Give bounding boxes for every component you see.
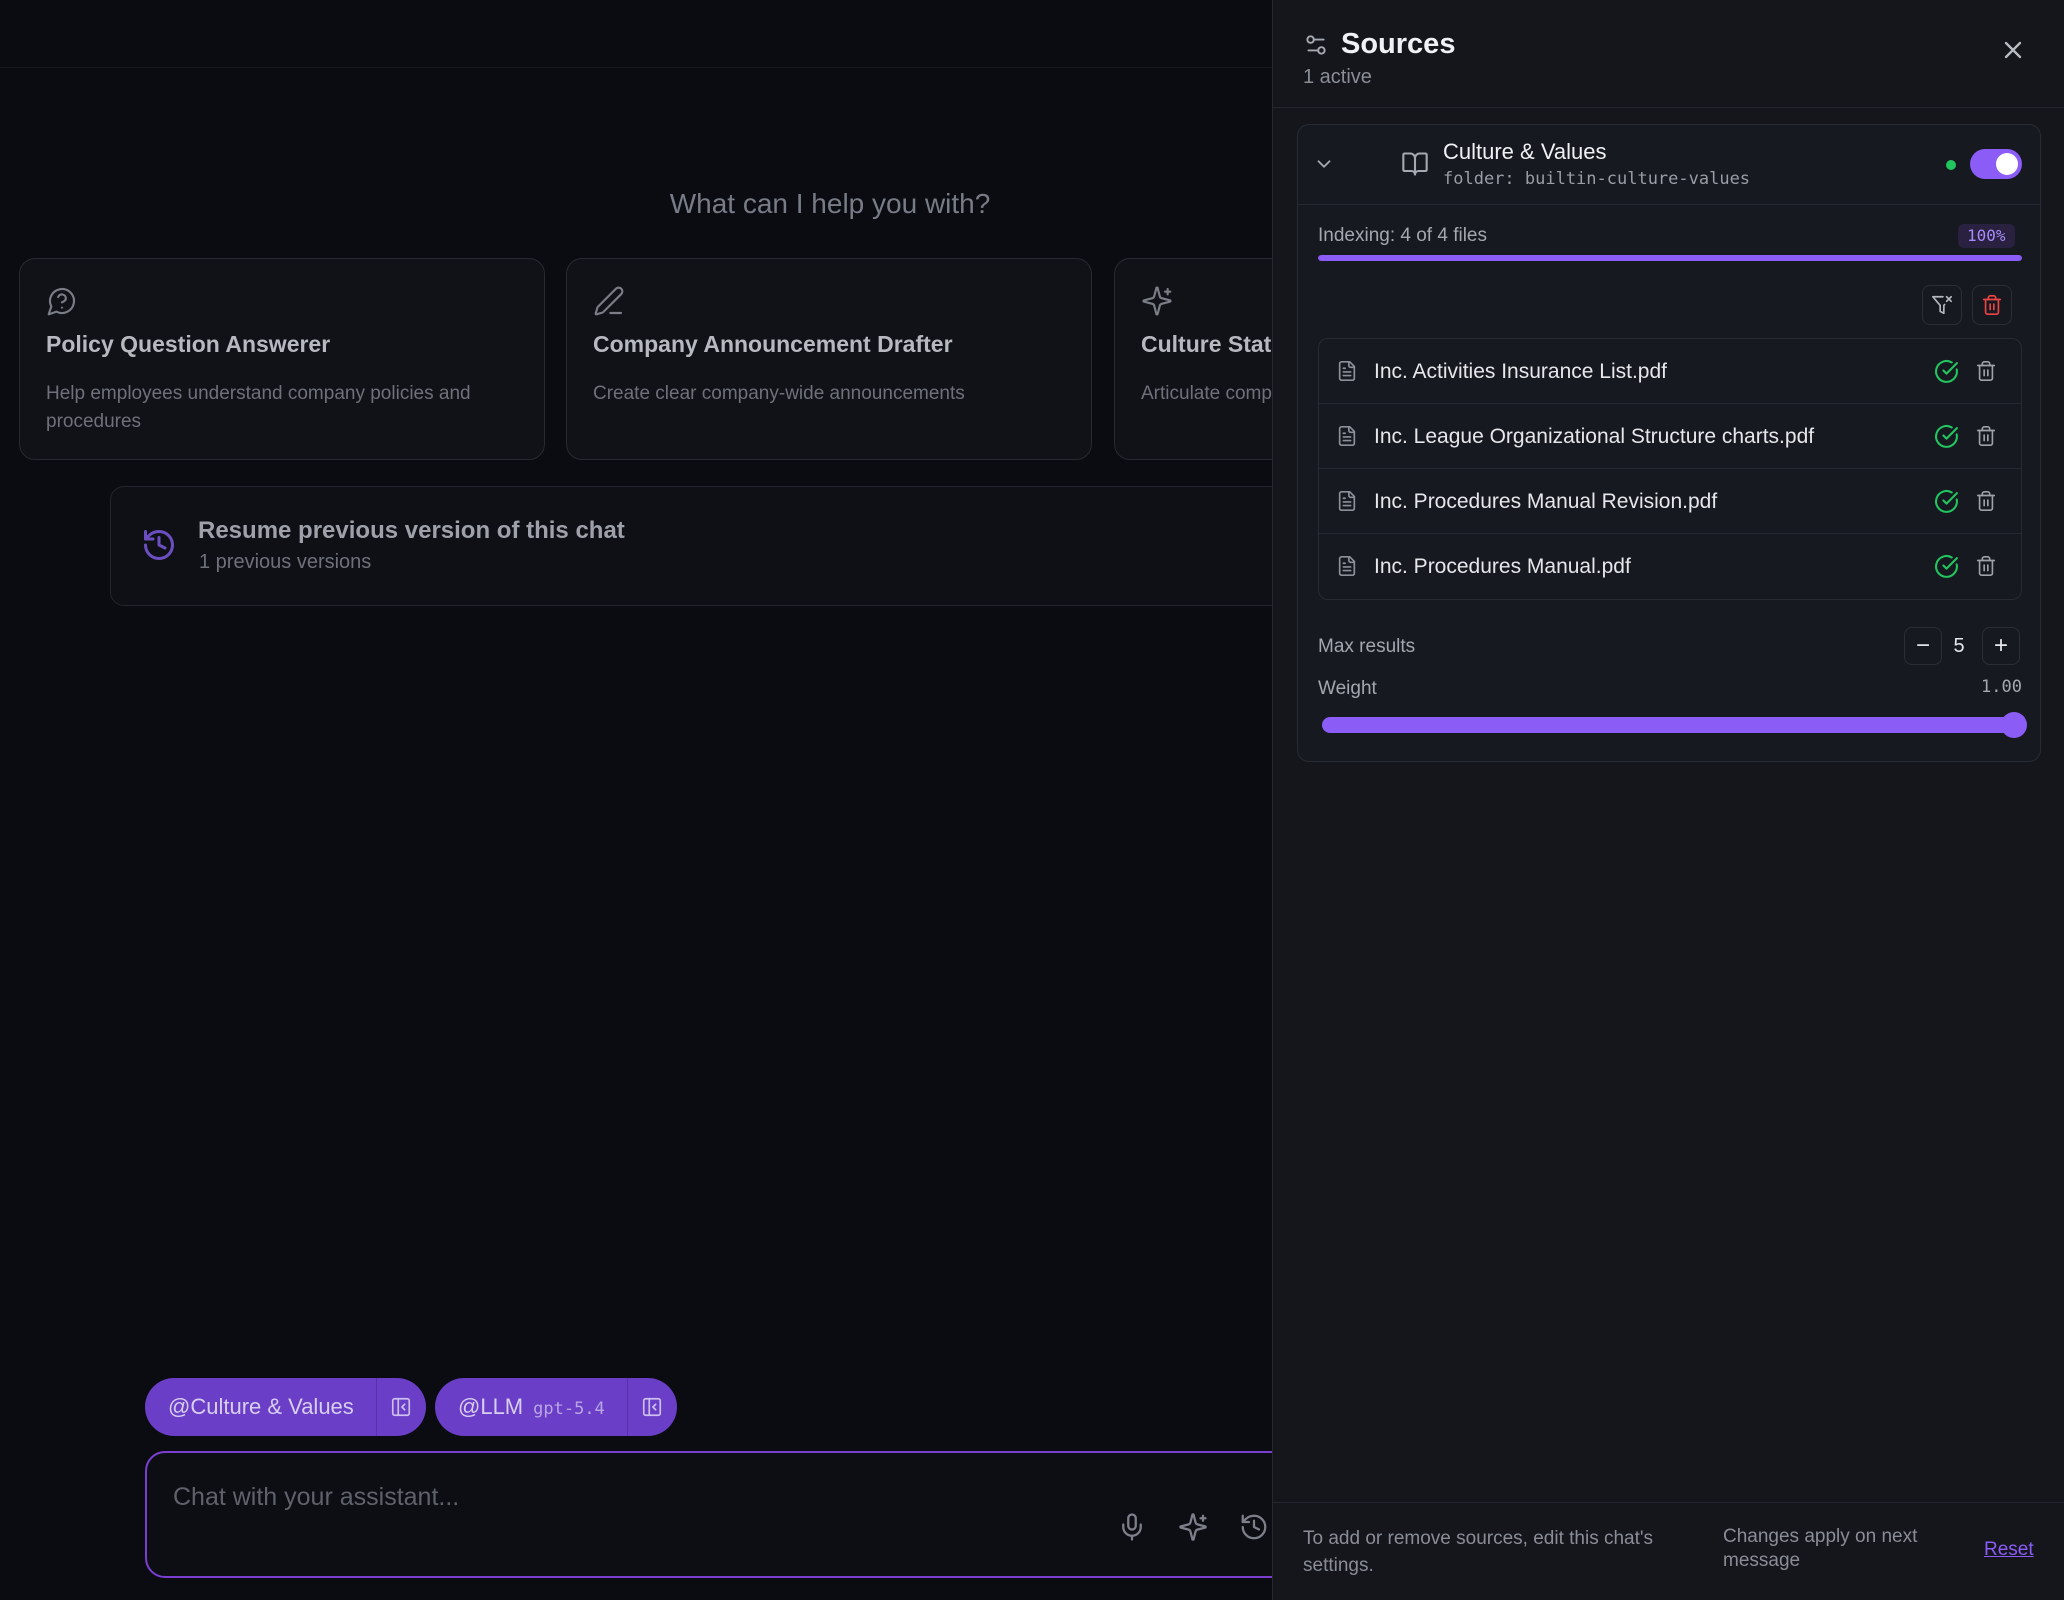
max-results-value: 5 <box>1953 635 1965 657</box>
prompt-card-announcement[interactable]: Company Announcement Drafter Create clea… <box>566 258 1092 460</box>
source-enable-toggle[interactable] <box>1970 149 2022 179</box>
history-icon[interactable] <box>1239 1512 1269 1542</box>
file-name: Inc. League Organizational Structure cha… <box>1374 425 1815 448</box>
chip-panel-toggle-button[interactable] <box>375 1378 426 1436</box>
card-title: Policy Question Answerer <box>46 331 331 357</box>
chip-model: gpt-5.4 <box>533 1399 605 1419</box>
chat-input-placeholder: Chat with your assistant... <box>173 1483 460 1511</box>
resume-title: Resume previous version of this chat <box>198 517 625 544</box>
file-row: Inc. Procedures Manual.pdf <box>1319 534 2021 599</box>
top-bar <box>0 0 1272 68</box>
panel-subtitle: 1 active <box>1303 66 1372 88</box>
toggle-knob <box>1996 153 2018 175</box>
prompt-card-culture[interactable]: Culture Stat Articulate comp <box>1114 258 1272 460</box>
sources-panel-header: Sources 1 active <box>1273 0 2064 108</box>
delete-file-icon[interactable] <box>1975 490 1997 513</box>
history-icon <box>144 530 174 560</box>
filter-x-icon <box>1932 295 1952 315</box>
chip-llm[interactable]: @LLM gpt-5.4 <box>435 1378 677 1436</box>
file-row: Inc. Activities Insurance List.pdf <box>1319 339 2021 404</box>
file-row: Inc. Procedures Manual Revision.pdf <box>1319 469 2021 534</box>
card-description: Articulate comp <box>1141 383 1272 404</box>
check-circle-icon <box>1934 359 1959 384</box>
check-circle-icon <box>1934 489 1959 514</box>
card-title: Culture Stat <box>1141 331 1272 357</box>
delete-file-icon[interactable] <box>1975 360 1997 383</box>
file-text-icon <box>1336 555 1358 579</box>
chat-input[interactable]: Chat with your assistant... <box>145 1451 1272 1578</box>
indexing-label: Indexing: 4 of 4 files <box>1318 225 1487 246</box>
check-circle-icon <box>1934 554 1959 579</box>
chip-label: @Culture & Values <box>168 1394 354 1419</box>
weight-label: Weight <box>1318 678 1377 699</box>
sources-panel: Sources 1 active Culture & Values folder… <box>1272 0 2064 1600</box>
chip-label: @LLM <box>458 1394 524 1419</box>
footer-apply-note: Changes apply on next message <box>1723 1526 1918 1571</box>
close-icon[interactable] <box>1999 36 2027 64</box>
weight-slider[interactable] <box>1322 712 2027 738</box>
panel-left-icon <box>643 1397 662 1417</box>
resume-subtitle: 1 previous versions <box>199 551 372 573</box>
pen-icon <box>594 286 624 316</box>
reset-link[interactable]: Reset <box>1984 1539 2034 1561</box>
max-results-label: Max results <box>1318 636 1416 657</box>
sliders-icon <box>1306 35 1326 55</box>
file-name: Inc. Procedures Manual.pdf <box>1374 555 1631 578</box>
delete-file-icon[interactable] <box>1975 555 1997 578</box>
source-header-row[interactable]: Culture & Values folder: builtin-culture… <box>1298 125 2040 205</box>
clear-filter-button[interactable] <box>1922 285 1962 325</box>
microphone-icon[interactable] <box>1117 1512 1147 1542</box>
indexing-progress-fill <box>1318 255 2022 261</box>
prompt-card-policy[interactable]: Policy Question Answerer Help employees … <box>19 258 545 460</box>
panel-left-icon <box>392 1397 411 1417</box>
file-text-icon <box>1336 425 1358 449</box>
check-circle-icon <box>1934 424 1959 449</box>
hero-title: What can I help you with? <box>669 188 991 219</box>
file-text-icon <box>1336 360 1358 384</box>
indexing-progress-bar <box>1318 255 2022 261</box>
panel-footer: To add or remove sources, edit this chat… <box>1273 1502 2064 1600</box>
sparkles-icon <box>1142 286 1172 316</box>
source-card: Culture & Values folder: builtin-culture… <box>1297 124 2041 762</box>
chat-main-area: What can I help you with? Policy Questio… <box>0 0 1272 1600</box>
source-folder: folder: builtin-culture-values <box>1443 169 1751 189</box>
delete-all-files-button[interactable] <box>1972 285 2012 325</box>
weight-slider-thumb[interactable] <box>2001 712 2027 738</box>
active-status-dot <box>1946 160 1956 170</box>
file-list: Inc. Activities Insurance List.pdf Inc. L… <box>1318 338 2022 600</box>
file-name: Inc. Activities Insurance List.pdf <box>1374 360 1667 383</box>
sparkles-icon[interactable] <box>1178 1512 1208 1542</box>
weight-value: 1.00 <box>1981 677 2022 697</box>
question-bubble-icon <box>47 287 76 316</box>
delete-file-icon[interactable] <box>1975 425 1997 448</box>
source-name: Culture & Values <box>1443 139 1607 164</box>
decrement-max-results-button[interactable]: − <box>1904 627 1942 665</box>
chevron-down-icon[interactable] <box>1313 153 1335 175</box>
chip-culture-values[interactable]: @Culture & Values <box>145 1378 426 1436</box>
weight-slider-fill <box>1322 717 2014 733</box>
file-text-icon <box>1336 490 1358 514</box>
card-title: Company Announcement Drafter <box>593 331 953 357</box>
file-name: Inc. Procedures Manual Revision.pdf <box>1374 490 1718 513</box>
increment-max-results-button[interactable]: + <box>1982 627 2020 665</box>
card-description: Help employees understand company polici… <box>46 383 471 432</box>
indexing-percent-badge: 100% <box>1958 224 2015 248</box>
chip-panel-toggle-button[interactable] <box>626 1378 677 1436</box>
panel-title: Sources <box>1341 28 1456 60</box>
book-open-icon <box>1402 152 1428 176</box>
trash-icon <box>1982 295 2002 315</box>
card-description: Create clear company-wide announcements <box>593 383 965 404</box>
resume-previous-version[interactable]: Resume previous version of this chat 1 p… <box>110 486 1272 606</box>
footer-note: To add or remove sources, edit this chat… <box>1303 1528 1654 1576</box>
file-row: Inc. League Organizational Structure cha… <box>1319 404 2021 469</box>
